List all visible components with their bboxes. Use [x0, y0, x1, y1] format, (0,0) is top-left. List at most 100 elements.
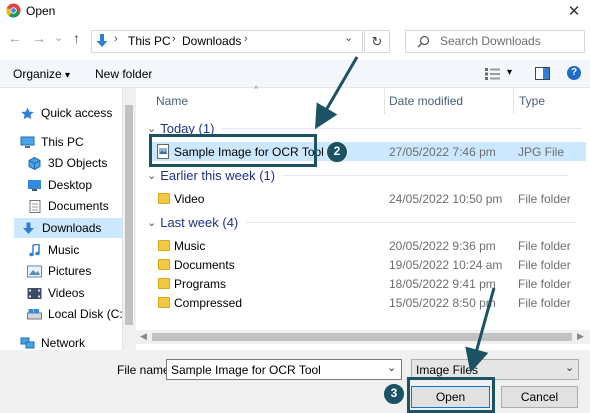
nav-item-label: Quick access	[41, 106, 113, 120]
file-name[interactable]: Programs	[174, 277, 226, 291]
nav-scrollbar-thumb[interactable]	[125, 105, 133, 325]
column-header-date-modified[interactable]: Date modified	[389, 94, 463, 108]
group-divider	[246, 222, 577, 223]
file-type: File folder	[518, 258, 571, 272]
nav-item-music[interactable]: Music	[27, 240, 79, 260]
network-icon	[20, 337, 35, 348]
music-icon	[29, 243, 40, 256]
file-type-dropdown-icon[interactable]: ⌄	[565, 361, 574, 374]
file-name-input[interactable]: Sample Image for OCR Tool	[166, 359, 402, 380]
nav-item-label: Local Disk (C:)	[48, 307, 127, 321]
nav-item-desktop[interactable]: Desktop	[27, 175, 92, 195]
view-caret-icon[interactable]: ▾	[507, 67, 512, 78]
nav-item-documents[interactable]: Documents	[27, 196, 109, 216]
sort-indicator-icon: ^	[254, 84, 259, 94]
breadcrumb-downloads[interactable]: Downloads	[182, 34, 241, 48]
group-header-last-week[interactable]: ⌄ Last week (4)	[147, 215, 577, 230]
nav-item-label: 3D Objects	[48, 156, 108, 170]
file-date: 18/05/2022 9:41 pm	[389, 277, 496, 291]
group-collapse-icon: ⌄	[147, 217, 157, 229]
recent-locations-icon[interactable]: ⌄	[54, 31, 63, 44]
close-icon[interactable]: ✕	[566, 2, 582, 20]
nav-item-this-pc[interactable]: This PC	[20, 132, 84, 152]
file-name[interactable]: Music	[174, 239, 205, 253]
nav-item-videos[interactable]: Videos	[27, 283, 84, 303]
nav-item-quick-access[interactable]: Quick access	[20, 103, 112, 123]
new-folder-button[interactable]: New folder	[95, 67, 152, 81]
file-type: File folder	[518, 239, 571, 253]
step-3-badge: 3	[383, 383, 405, 405]
search-placeholder: Search Downloads	[440, 34, 541, 48]
organize-label: Organize	[13, 67, 62, 81]
chevron-right-icon: ›	[114, 33, 118, 45]
chrome-icon	[6, 3, 21, 18]
folder-icon	[158, 259, 170, 270]
file-date: 19/05/2022 10:24 am	[389, 258, 503, 272]
title-bar	[0, 0, 590, 22]
scroll-left-icon[interactable]: ◀	[140, 331, 147, 342]
nav-item-label: Documents	[48, 199, 109, 213]
file-type: JPG File	[518, 145, 565, 159]
star-icon	[21, 107, 34, 119]
step-2-badge: 2	[326, 141, 348, 163]
file-date: 27/05/2022 7:46 pm	[389, 145, 496, 159]
nav-item-pictures[interactable]: Pictures	[27, 261, 91, 281]
scroll-right-icon[interactable]: ▶	[577, 331, 584, 342]
breadcrumb-this-pc[interactable]: This PC	[128, 34, 171, 48]
file-type: File folder	[518, 277, 571, 291]
file-name-dropdown-icon[interactable]: ⌄	[387, 361, 396, 374]
refresh-button[interactable]: ↻	[364, 30, 390, 53]
folder-icon	[158, 193, 170, 204]
computer-icon	[20, 136, 35, 148]
group-collapse-icon: ⌄	[147, 170, 157, 182]
nav-item-local-disk[interactable]: Local Disk (C:)	[27, 304, 127, 324]
file-date: 15/05/2022 8:50 pm	[389, 296, 496, 310]
nav-item-downloads[interactable]: Downloads	[14, 218, 122, 238]
caret-down-icon: ▾	[65, 70, 71, 81]
nav-item-label: Pictures	[48, 264, 92, 278]
file-type-value: Image Files	[416, 363, 479, 377]
nav-item-label: This PC	[41, 135, 84, 149]
nav-item-label: Downloads	[42, 221, 102, 235]
organize-button[interactable]: Organize ▾	[13, 67, 70, 81]
group-divider	[222, 128, 583, 129]
desktop-icon	[28, 179, 41, 191]
nav-item-label: Videos	[48, 286, 85, 300]
highlight-box-open	[407, 377, 495, 413]
chevron-right-icon: ›	[172, 33, 176, 45]
horizontal-scrollbar-thumb[interactable]	[152, 333, 572, 341]
file-name[interactable]: Compressed	[174, 296, 242, 310]
column-header-type[interactable]: Type	[519, 94, 545, 108]
column-divider[interactable]	[513, 88, 514, 114]
file-name[interactable]: Documents	[174, 258, 235, 272]
up-arrow-icon[interactable]: ↑	[73, 30, 80, 46]
chevron-right-icon: ›	[244, 33, 248, 45]
view-options-icon[interactable]	[485, 68, 501, 80]
group-header-earlier-this-week[interactable]: ⌄ Earlier this week (1)	[147, 168, 569, 183]
cancel-button[interactable]: Cancel	[501, 386, 578, 408]
column-divider[interactable]	[384, 88, 385, 114]
disk-icon	[27, 308, 42, 319]
download-arrow-icon	[96, 34, 108, 47]
column-header-name[interactable]: Name	[156, 94, 188, 108]
help-icon[interactable]: ?	[567, 66, 581, 80]
nav-item-label: Network	[41, 336, 86, 350]
preview-pane-icon[interactable]	[535, 67, 550, 80]
videos-icon	[27, 287, 42, 299]
file-type: File folder	[518, 192, 571, 206]
search-icon	[417, 35, 430, 48]
nav-item-3d-objects[interactable]: 3D Objects	[27, 153, 107, 173]
documents-icon	[29, 199, 41, 213]
folder-icon	[158, 278, 170, 289]
file-date: 20/05/2022 9:36 pm	[389, 239, 496, 253]
file-name[interactable]: Video	[174, 192, 204, 206]
file-name-label: File name:	[117, 363, 174, 377]
back-arrow-icon[interactable]: ←	[8, 30, 22, 46]
group-label: Last week (4)	[160, 215, 239, 230]
folder-icon	[158, 240, 170, 251]
highlight-box-file	[149, 134, 317, 167]
address-dropdown-icon[interactable]: ⌄	[344, 31, 353, 44]
cube-icon	[28, 156, 41, 170]
pictures-icon	[27, 265, 42, 277]
forward-arrow-icon[interactable]: →	[32, 30, 46, 46]
